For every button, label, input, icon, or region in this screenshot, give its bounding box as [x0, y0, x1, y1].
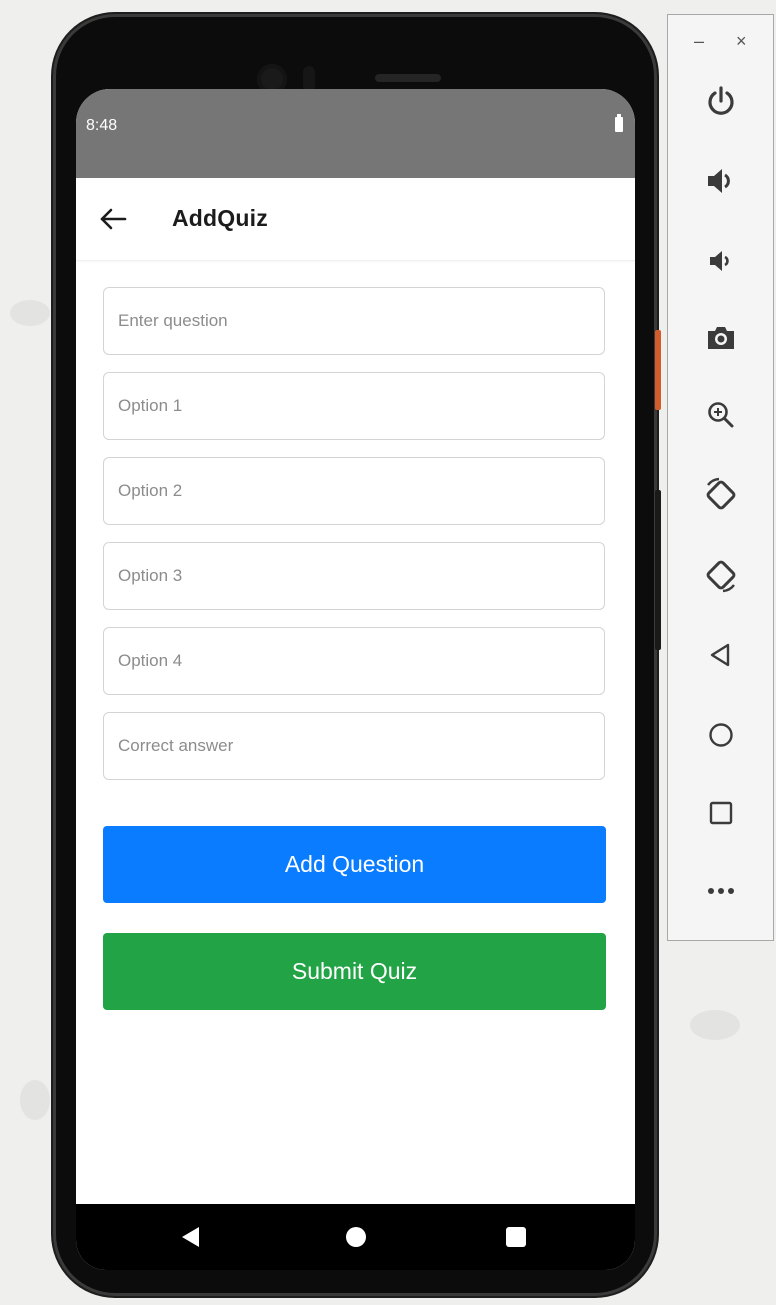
earpiece-speaker	[375, 74, 441, 82]
hardware-power-button[interactable]	[655, 330, 661, 410]
nav-home-icon[interactable]	[346, 1227, 366, 1247]
option-4-input[interactable]	[103, 627, 605, 695]
zoom-icon[interactable]	[701, 395, 741, 435]
question-input[interactable]	[103, 287, 605, 355]
close-button[interactable]: ×	[736, 31, 747, 52]
volume-down-icon[interactable]	[701, 241, 741, 281]
volume-up-icon[interactable]	[701, 161, 741, 201]
camera-icon[interactable]	[701, 318, 741, 358]
option-2-input[interactable]	[103, 457, 605, 525]
rotate-left-icon[interactable]	[701, 475, 741, 515]
rotate-right-icon[interactable]	[701, 555, 741, 595]
nav-back-icon[interactable]	[182, 1227, 199, 1247]
minimize-button[interactable]: –	[694, 31, 704, 52]
status-bar: 8:48	[76, 89, 635, 178]
battery-icon	[615, 114, 623, 132]
home-icon[interactable]	[701, 715, 741, 755]
more-icon[interactable]	[701, 871, 741, 911]
background-texture	[10, 300, 50, 326]
page-title: AddQuiz	[172, 205, 268, 231]
emulator-toolbar: – ×	[667, 14, 774, 941]
back-icon[interactable]	[701, 635, 741, 675]
back-arrow-icon[interactable]	[96, 202, 130, 236]
submit-quiz-button[interactable]: Submit Quiz	[103, 933, 606, 1010]
app-bar: AddQuiz	[76, 178, 635, 261]
device-screen: 8:48 AddQuiz Add Question Submit Quiz	[76, 89, 635, 1270]
background-texture	[690, 1010, 740, 1040]
add-question-button[interactable]: Add Question	[103, 826, 606, 903]
nav-recents-icon[interactable]	[506, 1227, 526, 1247]
option-3-input[interactable]	[103, 542, 605, 610]
overview-icon[interactable]	[701, 793, 741, 833]
power-icon[interactable]	[701, 81, 741, 121]
hardware-volume-button[interactable]	[655, 490, 661, 650]
correct-answer-input[interactable]	[103, 712, 605, 780]
system-nav-bar	[76, 1204, 635, 1270]
background-texture	[20, 1080, 50, 1120]
status-time: 8:48	[86, 117, 118, 134]
option-1-input[interactable]	[103, 372, 605, 440]
